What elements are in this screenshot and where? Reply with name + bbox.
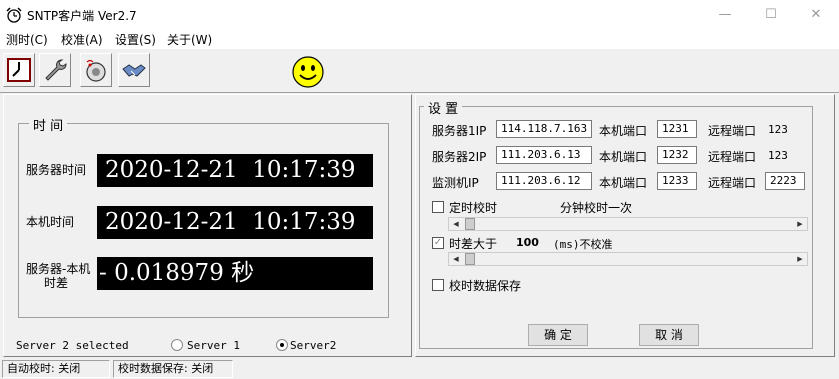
time-group: 时 间 服务器时间 2020-12-21 10:17:39 本机时间 2020-… [18, 115, 389, 318]
slider-left-arrow-icon[interactable]: ◀ [449, 218, 463, 230]
toolbar [0, 51, 839, 91]
server1-local-port-label: 本机端口 [599, 124, 648, 138]
menu-bar: 测时(C) 校准(A) 设置(S) 关于(W) [0, 29, 839, 49]
monitor-local-port-label: 本机端口 [599, 176, 648, 190]
menu-settings[interactable]: 设置(S) [115, 31, 156, 48]
close-button[interactable]: ✕ [793, 4, 839, 26]
monitor-ip-field[interactable]: 111.203.6.12 [496, 172, 592, 190]
server2-ip-field[interactable]: 111.203.6.13 [496, 146, 592, 164]
alarm-clock-icon [6, 7, 22, 23]
server2-radio-label[interactable]: Server2 [290, 339, 336, 352]
server2-radio[interactable] [276, 339, 288, 351]
wrench-icon [45, 59, 67, 81]
local-time-display: 2020-12-21 10:17:39 [97, 206, 373, 239]
settings-group-title: 设 置 [424, 98, 463, 117]
save-data-label: 校时数据保存 [449, 279, 522, 293]
main-window: SNTP客户端 Ver2.7 — ☐ ✕ 测时(C) 校准(A) 设置(S) 关… [0, 0, 839, 379]
diff-threshold-suffix: (ms)不校准 [553, 238, 613, 251]
antenna-button[interactable] [80, 53, 112, 87]
server2-local-port-label: 本机端口 [599, 150, 648, 164]
diff-label-line2: 时差 [44, 276, 69, 290]
main-area: 时 间 服务器时间 2020-12-21 10:17:39 本机时间 2020-… [0, 92, 839, 358]
slider-thumb[interactable] [465, 253, 475, 265]
minimize-button[interactable]: — [702, 4, 748, 26]
timed-sync-slider[interactable]: ◀ ▶ [448, 217, 808, 231]
menu-calibrate[interactable]: 校准(A) [61, 31, 103, 48]
wrench-button[interactable] [39, 53, 71, 87]
monitor-remote-port-field[interactable]: 2223 [765, 172, 805, 190]
monitor-local-port-field[interactable]: 1233 [657, 172, 697, 190]
timed-sync-checkbox[interactable] [432, 201, 444, 213]
clock-button[interactable] [3, 53, 35, 87]
cancel-button[interactable]: 取 消 [639, 324, 699, 346]
server1-ip-label: 服务器1IP [432, 124, 487, 138]
menu-measure[interactable]: 测时(C) [6, 31, 48, 48]
slider-right-arrow-icon[interactable]: ▶ [793, 218, 807, 230]
time-pane: 时 间 服务器时间 2020-12-21 10:17:39 本机时间 2020-… [3, 94, 412, 357]
server2-local-port-field[interactable]: 1232 [657, 146, 697, 164]
window-title: SNTP客户端 Ver2.7 [27, 9, 137, 23]
save-data-checkbox[interactable] [432, 279, 444, 291]
server2-remote-port-label: 远程端口 [708, 150, 757, 164]
server1-remote-port-value: 123 [768, 123, 788, 136]
auto-sync-status: 自动校时: 关闭 [2, 360, 110, 378]
time-diff-display: - 0.018979 秒 [97, 257, 373, 290]
slider-thumb[interactable] [465, 218, 475, 230]
monitor-remote-port-label: 远程端口 [708, 176, 757, 190]
settings-group: 设 置 服务器1IP 114.118.7.163 本机端口 1231 远程端口 … [419, 98, 813, 349]
diff-threshold-label: 时差大于 [449, 237, 498, 251]
clock-icon [7, 58, 31, 82]
server-selected-status: Server 2 selected [16, 339, 129, 352]
ok-button[interactable]: 确 定 [528, 324, 588, 346]
timed-sync-label: 定时校时 [449, 201, 498, 215]
server1-radio[interactable] [171, 339, 183, 351]
status-bar: 自动校时: 关闭 校时数据保存: 关闭 [0, 358, 839, 379]
time-group-title: 时 间 [29, 115, 68, 134]
server2-remote-port-value: 123 [768, 149, 788, 162]
server2-ip-label: 服务器2IP [432, 150, 487, 164]
diff-threshold-checkbox[interactable]: ✓ [432, 237, 444, 249]
server1-ip-field[interactable]: 114.118.7.163 [496, 120, 592, 138]
timed-sync-suffix: 分钟校时一次 [560, 201, 633, 215]
smiley-icon[interactable] [291, 55, 325, 89]
antenna-icon [86, 59, 106, 82]
handshake-icon [122, 64, 146, 77]
server1-remote-port-label: 远程端口 [708, 124, 757, 138]
settings-pane: 设 置 服务器1IP 114.118.7.163 本机端口 1231 远程端口 … [415, 94, 835, 357]
monitor-ip-label: 监测机IP [432, 176, 479, 190]
server1-radio-label[interactable]: Server 1 [187, 339, 240, 352]
handshake-button[interactable] [118, 53, 150, 87]
server-time-display: 2020-12-21 10:17:39 [97, 154, 373, 187]
local-time-label: 本机时间 [26, 215, 75, 229]
menu-about[interactable]: 关于(W) [167, 31, 212, 48]
slider-right-arrow-icon[interactable]: ▶ [793, 253, 807, 265]
server1-local-port-field[interactable]: 1231 [657, 120, 697, 138]
title-bar: SNTP客户端 Ver2.7 — ☐ ✕ [0, 0, 839, 29]
slider-left-arrow-icon[interactable]: ◀ [449, 253, 463, 265]
maximize-button[interactable]: ☐ [748, 4, 794, 26]
diff-threshold-value: 100 [516, 236, 539, 249]
data-save-status: 校时数据保存: 关闭 [113, 360, 233, 378]
server-time-label: 服务器时间 [26, 163, 87, 177]
diff-threshold-slider[interactable]: ◀ ▶ [448, 252, 808, 266]
